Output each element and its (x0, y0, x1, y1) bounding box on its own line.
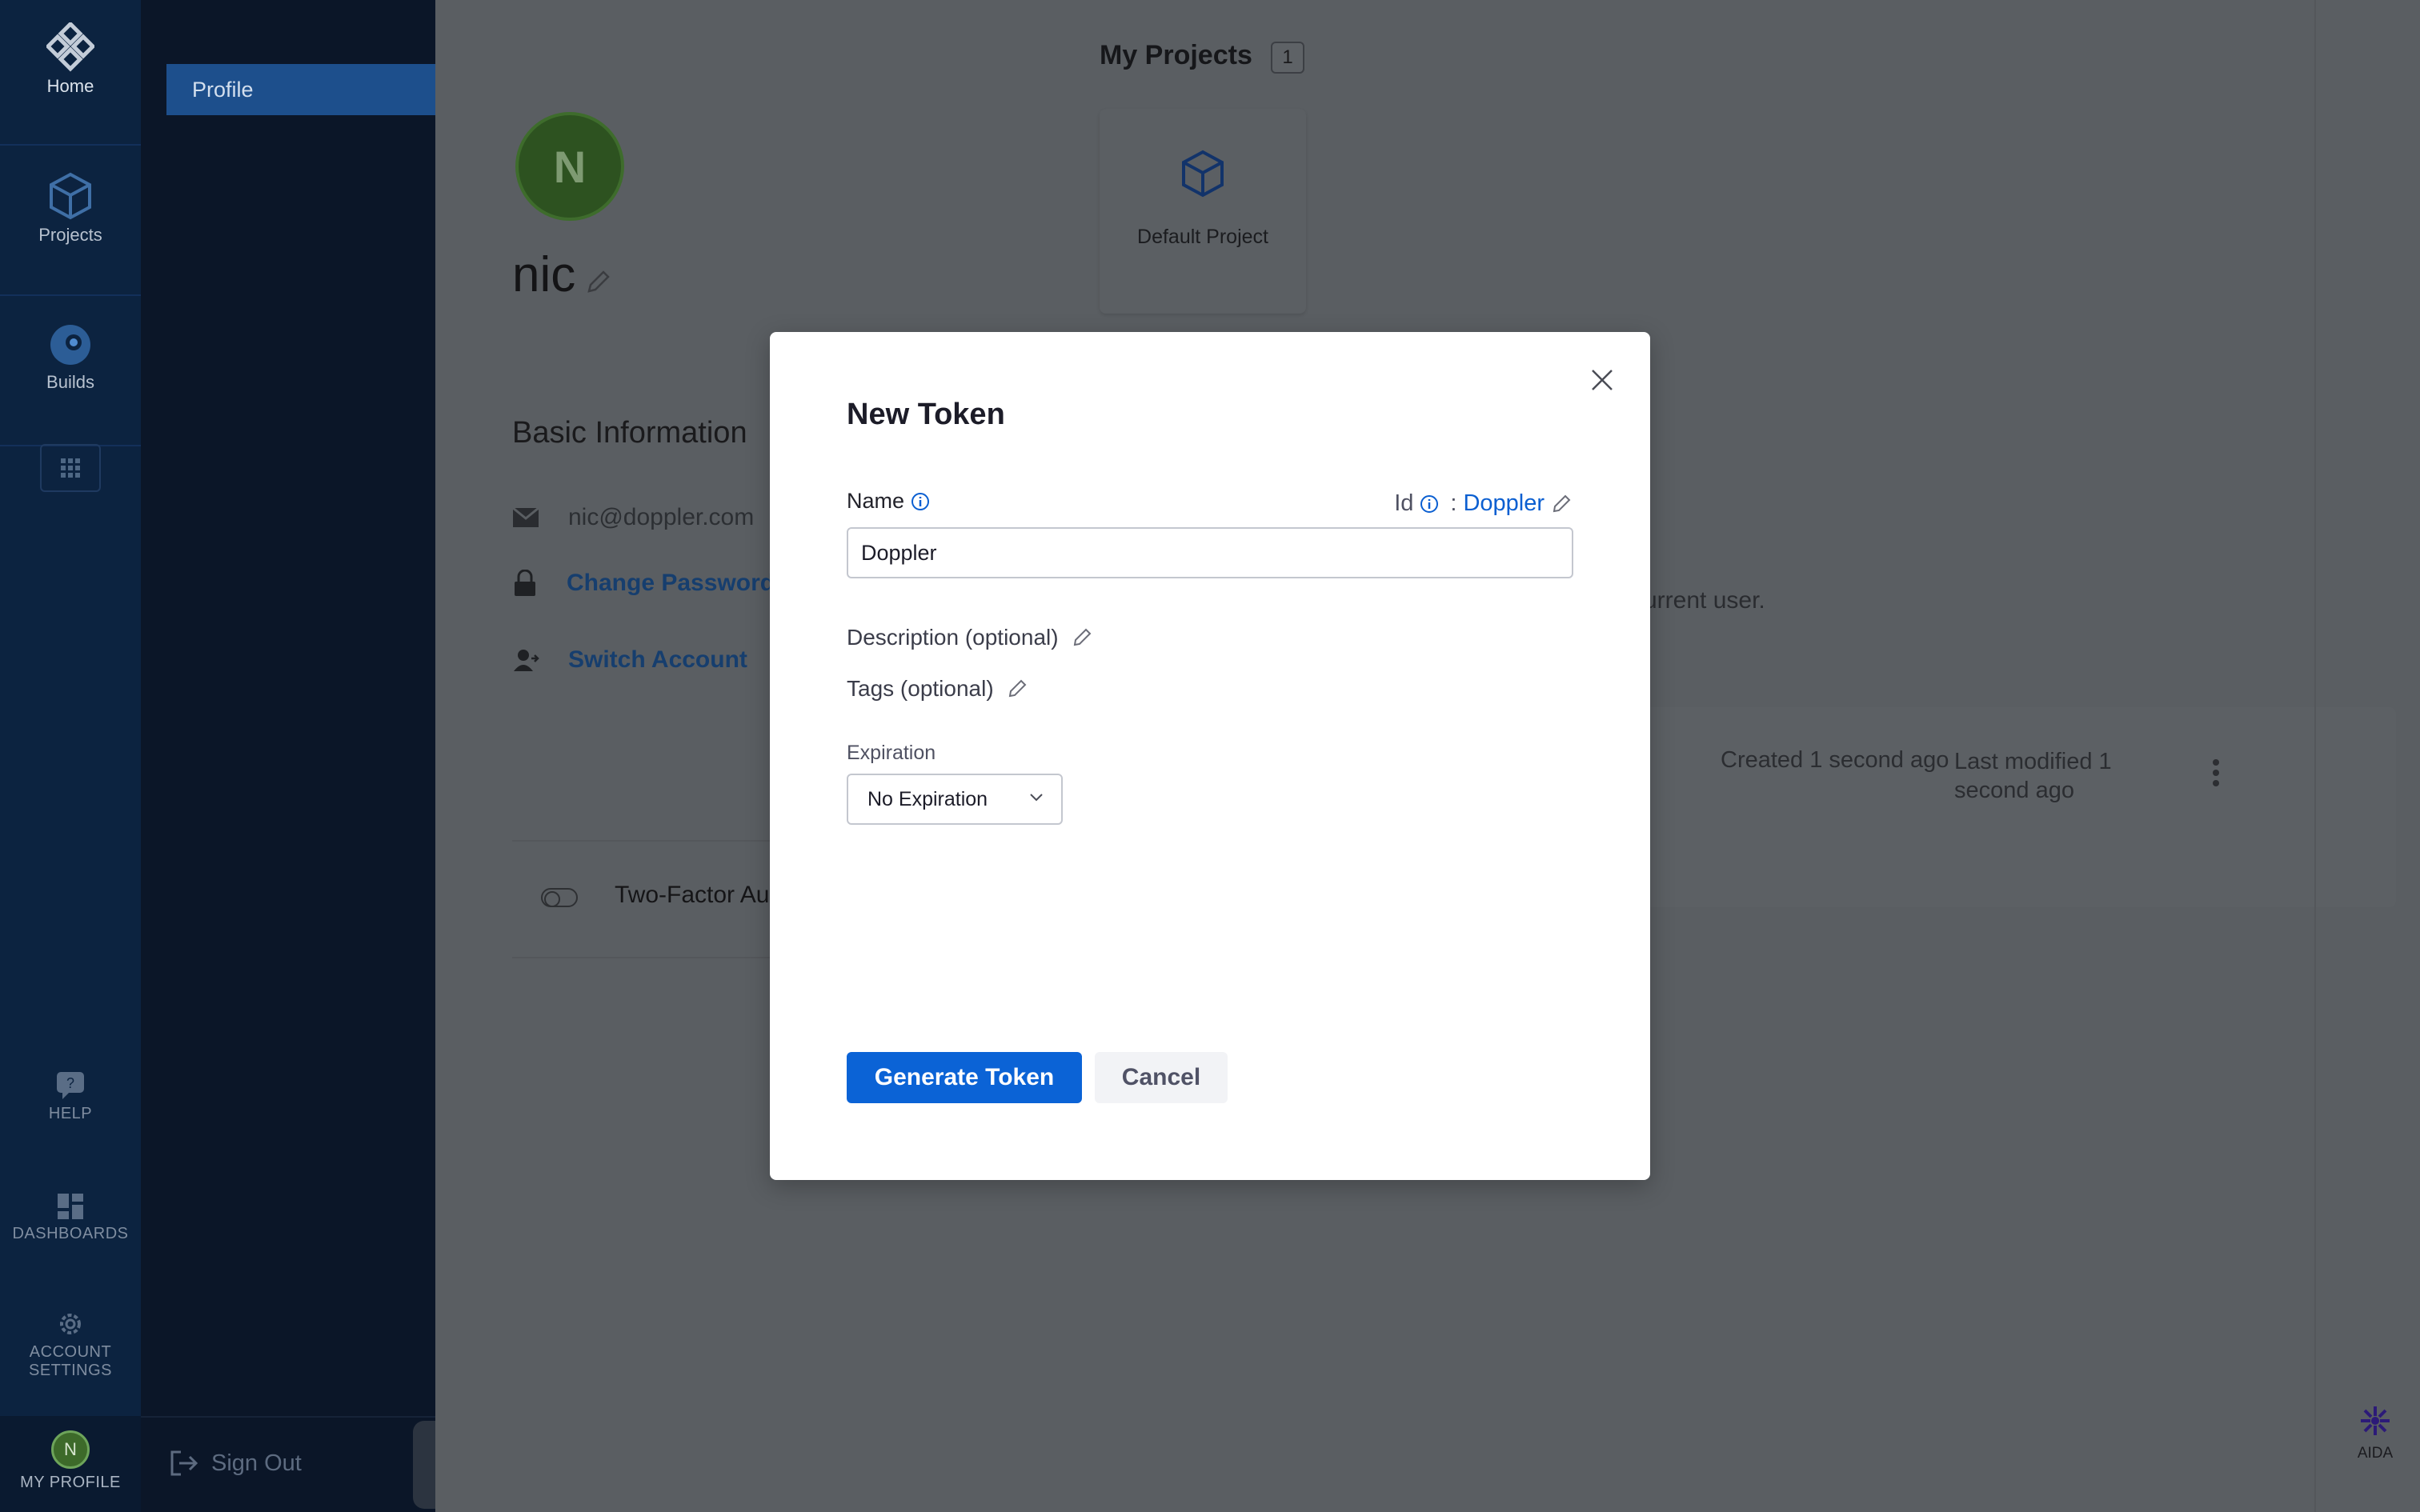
two-factor-toggle[interactable] (541, 888, 578, 907)
svg-text:?: ? (66, 1075, 74, 1091)
my-projects-heading: My Projects (1100, 40, 1252, 70)
token-card (1628, 707, 2396, 907)
id-label: Id (1394, 490, 1414, 516)
edit-pencil-icon[interactable] (1072, 627, 1092, 648)
change-password-link[interactable]: Change Password (567, 570, 775, 597)
name-row: Name Id : Doppler (847, 489, 1572, 521)
change-password-row: Change Password (512, 570, 775, 597)
mail-icon (512, 507, 539, 527)
chevron-down-icon (1030, 794, 1043, 802)
kebab-menu-icon[interactable] (2212, 758, 2220, 787)
nav-account-settings[interactable]: ACCOUNT SETTINGS (0, 1309, 141, 1380)
tags-toggle[interactable]: Tags (optional) (847, 676, 1028, 702)
description-label: Description (optional) (847, 625, 1059, 650)
nav-dashboards[interactable]: DASHBOARDS (0, 1192, 141, 1243)
app-grid-icon (61, 458, 80, 478)
profile-avatar: N (515, 112, 624, 221)
description-toggle[interactable]: Description (optional) (847, 625, 1092, 650)
close-icon[interactable] (1588, 366, 1617, 394)
aida-button[interactable]: AIDA (2351, 1402, 2399, 1462)
token-created: Created 1 second ago (1721, 747, 1949, 773)
sidebar-item-profile[interactable]: Profile (166, 64, 435, 115)
profile-email: nic@doppler.com (568, 504, 755, 530)
email-row: nic@doppler.com (512, 504, 754, 531)
lock-icon (515, 570, 535, 596)
divider (0, 144, 141, 146)
name-input[interactable] (847, 527, 1573, 578)
nav-rail: Home Projects Builds ? HELP DASHBOARDS A… (0, 0, 141, 1512)
token-last-modified: Last modified 1 second ago (1954, 749, 2112, 803)
expiration-value: No Expiration (867, 788, 988, 810)
basic-information-heading: Basic Information (512, 416, 747, 450)
sign-out-button[interactable]: Sign Out (170, 1450, 302, 1477)
expiration-label: Expiration (847, 742, 936, 764)
nav-help[interactable]: ? HELP (0, 1069, 141, 1123)
generate-token-button[interactable]: Generate Token (847, 1052, 1082, 1103)
builds-icon (50, 325, 90, 365)
nav-projects[interactable]: Projects (0, 171, 141, 246)
aida-icon (2361, 1406, 2390, 1435)
nav-my-profile[interactable]: N MY PROFILE (0, 1416, 141, 1512)
sign-out-icon (170, 1450, 198, 1476)
nav-account-settings-label-2: SETTINGS (28, 1362, 112, 1379)
new-token-dialog: New Token Name Id : Doppler Description … (770, 332, 1650, 1180)
harness-logo-icon (45, 21, 96, 72)
divider (2314, 0, 2316, 1512)
tags-label: Tags (optional) (847, 676, 994, 701)
switch-account-icon (514, 650, 539, 671)
dialog-title: New Token (847, 398, 1005, 431)
sidebar-footer: Sign Out (141, 1416, 435, 1512)
help-icon: ? (57, 1072, 84, 1099)
expiration-select[interactable]: No Expiration (847, 774, 1063, 825)
name-label: Name (847, 489, 905, 513)
nav-home[interactable]: Home (0, 21, 141, 97)
nav-account-settings-label: ACCOUNT (29, 1343, 112, 1361)
id-value: Doppler (1463, 490, 1545, 516)
project-name: Default Project (1137, 226, 1268, 248)
edit-pencil-icon[interactable] (1551, 494, 1572, 514)
two-factor-label: Two-Factor Au (615, 882, 770, 908)
aida-label: AIDA (2357, 1445, 2394, 1462)
secondary-sidebar: Profile Sign Out (141, 0, 435, 1512)
app-grid-button[interactable] (40, 444, 101, 492)
switch-account-link[interactable]: Switch Account (568, 646, 747, 674)
nav-builds-label: Builds (46, 372, 94, 392)
id-separator: : (1450, 490, 1457, 516)
dashboards-icon (58, 1194, 83, 1219)
profile-username: nic (512, 247, 576, 302)
project-card[interactable]: Default Project (1100, 109, 1306, 314)
switch-account-row: Switch Account (512, 646, 747, 674)
projects-cube-icon (50, 172, 91, 220)
info-icon[interactable] (911, 492, 930, 511)
cube-icon (1182, 150, 1224, 198)
sign-out-label: Sign Out (211, 1450, 302, 1476)
info-icon[interactable] (1420, 494, 1439, 514)
nav-dashboards-label: DASHBOARDS (12, 1225, 129, 1242)
edit-pencil-icon[interactable] (584, 269, 611, 296)
id-group: Id : Doppler (1394, 490, 1572, 517)
name-label-group: Name (847, 489, 930, 514)
sidebar-collapse-handle[interactable] (413, 1421, 435, 1509)
tokens-description: urrent user. (1644, 587, 1765, 614)
nav-help-label: HELP (48, 1105, 93, 1122)
divider (0, 294, 141, 296)
nav-my-profile-label: MY PROFILE (20, 1474, 121, 1491)
cancel-button[interactable]: Cancel (1095, 1052, 1228, 1103)
nav-home-label: Home (46, 76, 94, 96)
nav-projects-label: Projects (38, 225, 102, 245)
gear-icon (60, 1314, 81, 1334)
avatar: N (51, 1430, 90, 1469)
edit-pencil-icon[interactable] (1007, 678, 1028, 699)
projects-count-badge: 1 (1271, 42, 1304, 74)
nav-builds[interactable]: Builds (0, 322, 141, 393)
